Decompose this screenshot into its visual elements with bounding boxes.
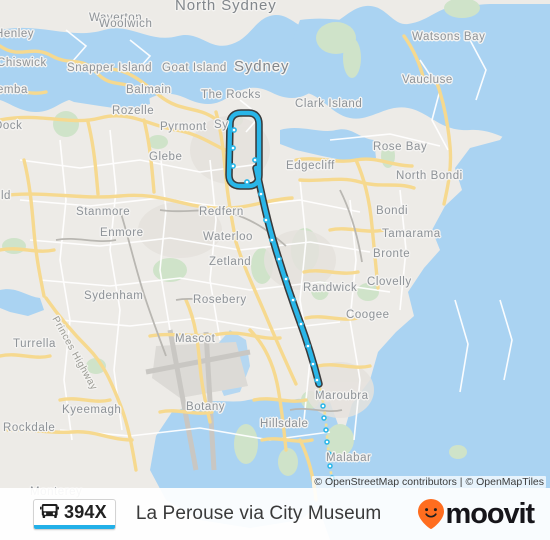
bus-icon (40, 504, 59, 520)
route-badge-inner: 394X (34, 500, 115, 525)
moovit-route-map-screen: North SydneyWavertonWoolwichWatsons BayH… (0, 0, 550, 540)
route-badge[interactable]: 394X (33, 498, 116, 530)
moovit-pin-icon (417, 499, 444, 529)
moovit-logo[interactable]: moovit (417, 497, 536, 531)
map-tiles (0, 0, 550, 540)
moovit-wordmark: moovit (445, 497, 536, 530)
route-headsign: La Perouse via City Museum (135, 503, 382, 524)
map-attribution: © OpenStreetMap contributors | © OpenMap… (312, 476, 546, 488)
route-number: 394X (64, 501, 107, 522)
route-footer-bar: 394X La Perouse via City Museum moovit (0, 488, 550, 540)
map-canvas[interactable]: North SydneyWavertonWoolwichWatsons BayH… (0, 0, 550, 540)
route-badge-accent-bar (34, 524, 115, 529)
